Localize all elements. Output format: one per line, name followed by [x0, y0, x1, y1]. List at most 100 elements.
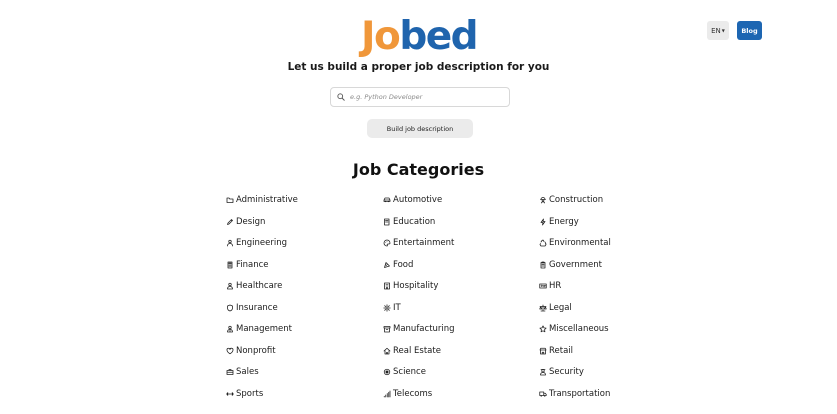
category-label: Hospitality [393, 281, 439, 291]
language-label: EN [711, 26, 721, 35]
category-label: Telecoms [393, 388, 433, 399]
category-label: Construction [549, 195, 604, 205]
job-categories-title: Job Categories [352, 160, 485, 179]
category-energy[interactable]: Energy [538, 216, 579, 228]
folder-icon [225, 196, 234, 205]
logo-text-part2: bed [399, 14, 478, 59]
category-construction[interactable]: Construction [538, 194, 603, 206]
category-label: Design [236, 216, 266, 227]
jobed-logo[interactable]: Jo bed [361, 14, 479, 59]
category-label: Real Estate [393, 345, 441, 356]
car-icon [382, 196, 391, 205]
category-label: Entertainment [393, 238, 455, 248]
engineer-icon [225, 239, 234, 248]
dumbbell-icon [225, 389, 234, 398]
star-icon [538, 325, 547, 334]
gear-icon [382, 303, 391, 312]
category-label: Engineering [236, 238, 287, 248]
category-sales[interactable]: Sales [225, 366, 259, 378]
category-label: Food [393, 259, 414, 270]
category-engineering[interactable]: Engineering [225, 237, 287, 249]
category-label: Sports [236, 388, 264, 399]
chevron-down-icon: ▼ [721, 28, 725, 33]
category-nonprofit[interactable]: Nonprofit [225, 345, 276, 357]
clipboard-icon [538, 260, 547, 269]
category-label: Legal [549, 302, 572, 313]
signal-icon [382, 389, 391, 398]
palette-icon [382, 239, 391, 248]
category-legal[interactable]: Legal [538, 302, 572, 314]
category-security[interactable]: Security [538, 366, 584, 378]
category-it[interactable]: IT [382, 302, 401, 314]
category-hr[interactable]: HR [538, 280, 561, 292]
briefcase-icon [225, 368, 234, 377]
person-icon [225, 282, 234, 291]
category-label: Healthcare [236, 281, 283, 291]
scale-icon [538, 303, 547, 312]
category-environmental[interactable]: Environmental [538, 237, 611, 249]
book-icon [382, 217, 391, 226]
category-telecoms[interactable]: Telecoms [382, 388, 432, 400]
category-design[interactable]: Design [225, 216, 265, 228]
category-administrative[interactable]: Administrative [225, 194, 298, 206]
language-dropdown[interactable]: EN ▼ [707, 21, 729, 40]
category-label: Miscellaneous [549, 324, 609, 334]
house-icon [382, 346, 391, 355]
category-label: Education [393, 216, 436, 227]
category-real-estate[interactable]: Real Estate [382, 345, 441, 357]
page-tagline: Let us build a proper job description fo… [287, 61, 550, 73]
truck-icon [538, 389, 547, 398]
category-insurance[interactable]: Insurance [225, 302, 278, 314]
pencil-icon [225, 217, 234, 226]
building-icon [382, 282, 391, 291]
manager-icon [225, 325, 234, 334]
category-miscellaneous[interactable]: Miscellaneous [538, 323, 609, 335]
job-title-input[interactable] [350, 93, 500, 101]
recycle-icon [538, 239, 547, 248]
category-label: Nonprofit [236, 345, 276, 356]
category-manufacturing[interactable]: Manufacturing [382, 323, 455, 335]
category-label: Transportation [549, 388, 611, 399]
category-label: Manufacturing [393, 324, 455, 334]
category-entertainment[interactable]: Entertainment [382, 237, 454, 249]
guard-icon [538, 368, 547, 377]
category-retail[interactable]: Retail [538, 345, 573, 357]
category-finance[interactable]: Finance [225, 259, 269, 271]
category-science[interactable]: Science [382, 366, 426, 378]
category-label: Sales [236, 367, 259, 377]
category-label: Security [549, 367, 584, 377]
worker-icon [538, 196, 547, 205]
id-card-icon [538, 282, 547, 291]
category-label: Environmental [549, 238, 611, 248]
category-government[interactable]: Government [538, 259, 602, 271]
search-box [330, 87, 510, 107]
category-label: Retail [549, 345, 574, 356]
category-label: Science [393, 367, 426, 377]
food-icon [382, 260, 391, 269]
job-categories-grid: Administrative Automotive Construction Desi… [0, 194, 837, 409]
calculator-icon [225, 260, 234, 269]
build-job-description-button[interactable]: Build job description [367, 119, 473, 138]
category-education[interactable]: Education [382, 216, 435, 228]
category-label: Energy [549, 216, 579, 227]
category-automotive[interactable]: Automotive [382, 194, 442, 206]
shop-icon [538, 346, 547, 355]
box-icon [382, 325, 391, 334]
category-label: Management [236, 324, 292, 334]
category-hospitality[interactable]: Hospitality [382, 280, 438, 292]
category-label: Administrative [236, 195, 298, 205]
blog-button[interactable]: Blog [737, 21, 762, 40]
category-label: Finance [236, 259, 269, 270]
category-label: Automotive [393, 195, 443, 205]
category-sports[interactable]: Sports [225, 388, 263, 400]
category-healthcare[interactable]: Healthcare [225, 280, 282, 292]
category-label: Insurance [236, 302, 278, 313]
category-label: Government [549, 259, 603, 270]
shield-icon [225, 303, 234, 312]
lightning-icon [538, 217, 547, 226]
logo-text-part1: Jo [361, 14, 401, 59]
category-transportation[interactable]: Transportation [538, 388, 610, 400]
category-management[interactable]: Management [225, 323, 292, 335]
heart-icon [225, 346, 234, 355]
category-food[interactable]: Food [382, 259, 413, 271]
